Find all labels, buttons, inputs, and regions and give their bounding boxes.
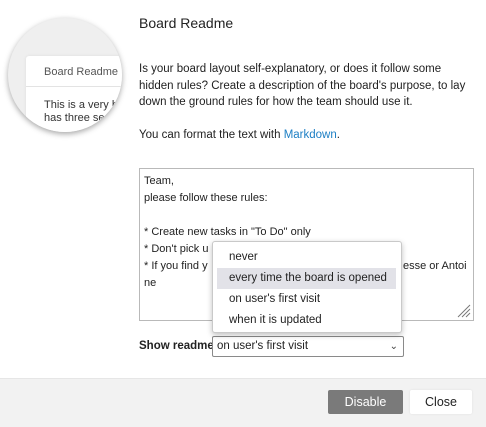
preview-title: Board Readme <box>44 66 118 78</box>
option-every-time-board-opened[interactable]: every time the board is opened <box>217 268 396 289</box>
resize-grip-icon[interactable] <box>455 302 471 318</box>
show-readme-select[interactable]: on user's first visit ⌄ <box>212 336 404 357</box>
show-readme-dropdown: never every time the board is opened on … <box>212 241 402 333</box>
preview-text-line: This is a very b <box>44 99 118 111</box>
readme-line <box>144 207 469 224</box>
close-button[interactable]: Close <box>410 390 472 414</box>
format-note: You can format the text with Markdown. <box>139 129 340 141</box>
option-never[interactable]: never <box>217 247 396 268</box>
chevron-down-icon: ⌄ <box>389 341 398 352</box>
option-on-first-visit[interactable]: on user's first visit <box>217 289 396 310</box>
preview-divider <box>26 86 122 87</box>
readme-line-end: esse or Antoi <box>403 260 467 272</box>
disable-button[interactable]: Disable <box>328 390 403 414</box>
dialog-description: Is your board layout self-explanatory, o… <box>139 63 466 108</box>
readme-line: Team, <box>144 175 174 187</box>
show-readme-selected-value: on user's first visit <box>217 340 309 352</box>
preview-text-line: has three se <box>44 112 105 124</box>
readme-preview-illustration: Board Readme This is a very b has three … <box>8 18 122 132</box>
preview-card: Board Readme This is a very b has three … <box>26 56 122 132</box>
format-note-suffix: . <box>336 129 340 141</box>
readme-line: please follow these rules: <box>144 192 268 204</box>
option-when-updated[interactable]: when it is updated <box>217 310 396 331</box>
show-readme-label: Show readme <box>139 340 214 352</box>
readme-line: * Create new tasks in "To Do" only <box>144 226 311 238</box>
board-readme-dialog: Board Readme This is a very b has three … <box>0 0 486 427</box>
readme-line-start: * If you find y <box>144 260 208 272</box>
markdown-link[interactable]: Markdown <box>284 129 337 141</box>
format-note-prefix: You can format the text with <box>139 129 284 141</box>
dialog-title: Board Readme <box>139 15 234 31</box>
